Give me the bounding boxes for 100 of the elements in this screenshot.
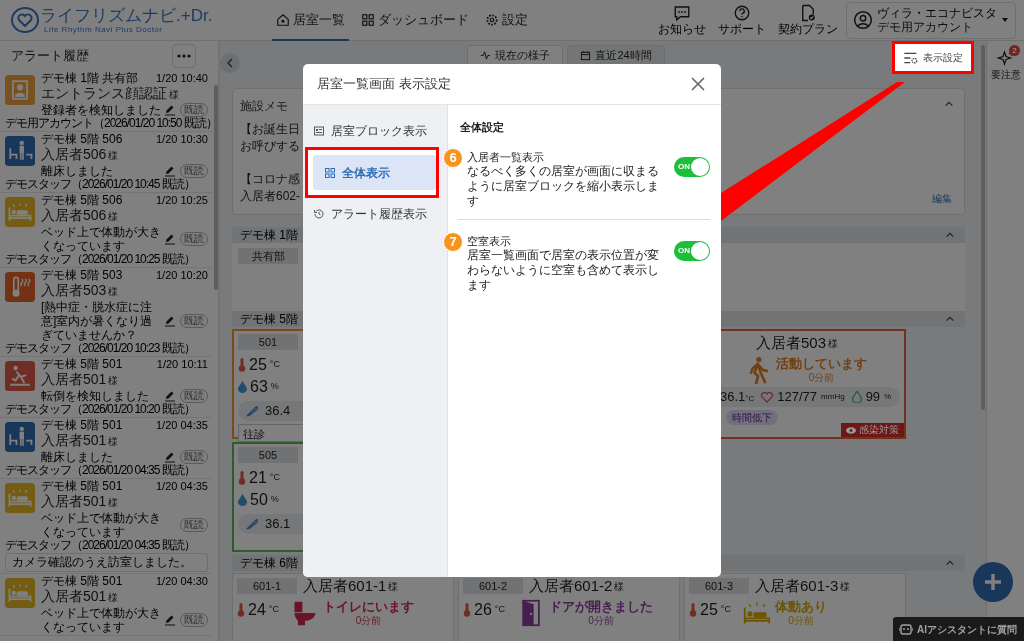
honorific: 様 <box>108 150 119 161</box>
logo-title: ライフリズムナビ.+Dr. <box>40 6 213 25</box>
alert-location: デモ棟 5階 506 <box>41 194 123 207</box>
alert-location: デモ棟 5階 506 <box>41 133 123 146</box>
floor-name: デモ棟 6階 <box>240 556 298 570</box>
settings-menu-item[interactable]: 居室ブロック表示 <box>303 117 447 145</box>
more-button[interactable] <box>172 44 196 68</box>
user-icon <box>853 10 873 30</box>
alert-list-item[interactable]: デモ棟 5階 503 1/20 10:20 入居者503様 [熱中症・脱水症に注意]室内が暑くなり過ぎていませんか？ 既読 デモスタッフ（2026/01/20 10:23 既読） <box>0 268 212 357</box>
alert-list-item[interactable]: デモ棟 1階 共有部 1/20 10:40 エントランス顔認証様 登録者を検知しました 既読 デモ用アカウント（2026/01/20 10:50 既読） <box>0 71 212 132</box>
honorific: 様 <box>169 89 179 100</box>
pencil-icon[interactable] <box>164 165 176 177</box>
calendar-icon <box>580 49 592 61</box>
toolbar-button[interactable]: サポート <box>716 4 768 36</box>
temperature-value: 21 <box>249 468 267 488</box>
unit: % <box>884 391 892 403</box>
setting-title: 入居者一覧表示 <box>467 149 545 164</box>
alert-time: 1/20 10:30 <box>156 133 208 146</box>
toolbar-button[interactable]: お知らせ <box>656 4 708 36</box>
resident-name: 入居者501 <box>41 432 107 448</box>
alert-list-item[interactable]: デモ棟 5階 506 1/20 10:25 入居者506様 ベッド上で体動が大きくなっています 既読 デモスタッフ（2026/01/20 10:25 既読） <box>0 193 212 268</box>
alert-message: 離床しました <box>41 450 114 464</box>
pencil-icon[interactable] <box>164 104 176 116</box>
chevron-up-icon[interactable] <box>944 99 954 109</box>
room-label: 505 <box>238 447 298 463</box>
alert-time: 1/20 04:35 <box>156 480 208 493</box>
pencil-icon[interactable] <box>164 233 176 245</box>
person-in-bed-icon <box>5 578 35 608</box>
nav-tab[interactable]: 設定 <box>481 1 533 42</box>
close-button[interactable] <box>691 77 705 91</box>
edit-link[interactable]: 編集 <box>932 191 952 206</box>
alert-location: デモ棟 5階 501 <box>41 480 123 493</box>
toolbar-button[interactable]: 契約プラン <box>776 4 840 36</box>
person-in-bed-icon <box>5 483 35 513</box>
droplet-icon <box>238 381 247 393</box>
floor-name: デモ棟 1階 <box>240 228 298 242</box>
alert-location: デモ棟 1階 共有部 <box>41 72 139 85</box>
pencil-icon[interactable] <box>164 390 176 402</box>
portrait-icon <box>5 75 35 105</box>
falling-person-icon <box>5 361 35 391</box>
setting-description: 居室一覧画面で居室の表示位置が変わらないように空室も含めて表示します <box>467 247 660 293</box>
room-label: 601-2 <box>463 578 523 594</box>
thermometer-icon <box>238 471 246 485</box>
settings-menu-item[interactable]: アラート履歴表示 <box>303 200 447 228</box>
status-tag: 時間低下 <box>726 410 778 425</box>
memo-text: 【お誕生日 お呼びする <box>240 121 300 155</box>
room-label: 共有部 <box>238 248 298 264</box>
droplet-icon <box>851 391 862 403</box>
nav-tab[interactable]: ダッシュボード <box>357 1 474 42</box>
alert-list-item[interactable]: デモ棟 5階 501 1/20 10:11 入居者501様 転倒を検知しました 既読 デモスタッフ（2026/01/20 10:20 既読） <box>0 357 212 418</box>
memo-text: 【コロナ感 入居者602- <box>240 171 301 205</box>
elapsed-time: 0分前 <box>587 615 615 627</box>
alert-location: デモ棟 5階 503 <box>41 269 123 282</box>
alert-footer: デモスタッフ（2026/01/20 04:35 既読） <box>5 464 208 477</box>
view-tab[interactable]: 現在の様子 <box>467 45 564 66</box>
step-number: 7 <box>443 231 463 252</box>
settings-menu-item[interactable]: 全体表示 <box>313 155 436 190</box>
honorific: 様 <box>840 579 851 594</box>
room-card[interactable]: 601-3 入居者601-3様 25 °C 体動あり 0分前 <box>684 573 906 641</box>
alert-message: 離床しました <box>41 164 114 178</box>
ai-assistant-button[interactable]: AIアシスタントに質問 <box>893 617 1024 641</box>
robot-icon <box>899 623 913 635</box>
thermometer-icon <box>689 603 697 617</box>
humidity-value: 63 <box>250 377 268 397</box>
settings-icon <box>485 13 500 27</box>
pencil-icon[interactable] <box>164 614 176 626</box>
alert-list-item[interactable]: デモ棟 5階 501 1/20 04:35 入居者501様 離床しました 既読 デモスタッフ（2026/01/20 04:35 既読） <box>0 418 212 479</box>
unit: °C <box>269 358 280 372</box>
resident-name: 入居者601-2 <box>529 577 613 595</box>
thermometer-icon <box>463 603 471 617</box>
panel-title: アラート履歴 <box>11 47 89 66</box>
step-number: 6 <box>443 147 463 168</box>
alert-footer: デモスタッフ（2026/01/20 10:25 既読） <box>5 253 208 266</box>
pencil-icon[interactable] <box>164 451 176 463</box>
room-card[interactable]: 601-1 入居者601-1様 24 °C トイレにいます 0分前 <box>232 573 454 641</box>
resident-name: エントランス顔認証 <box>41 85 167 101</box>
history-icon <box>313 208 325 220</box>
alert-message: [熱中症・脱水症に注意]室内が暑くなり過ぎていませんか？ <box>41 300 154 342</box>
body-temperature: 36.1 <box>265 516 291 532</box>
pencil-icon[interactable] <box>164 315 176 327</box>
alert-list-item[interactable]: デモ棟 5階 501 1/20 04:35 入居者501様 ベッド上で体動が大きくなっています 既読 デモスタッフ（2026/01/20 04:35 既読） カメラ確認のうえ訪室しました。 <box>0 479 212 574</box>
comment-note: カメラ確認のうえ訪室しました。 <box>5 553 208 572</box>
collapse-button[interactable] <box>220 53 240 73</box>
account-menu[interactable]: ヴィラ・エコナビスタ デモ用アカウント <box>846 1 1016 39</box>
alert-list-item[interactable]: デモ棟 5階 501 1/20 04:30 入居者501様 ベッド上で体動が大きくなっています 既読 <box>0 574 212 636</box>
chevron-up-icon[interactable] <box>945 230 955 240</box>
grid-icon <box>361 13 376 27</box>
chevron-up-icon[interactable] <box>945 314 955 324</box>
alert-list-item[interactable]: デモ棟 5階 506 1/20 10:30 入居者506様 離床しました 既読 デモスタッフ（2026/01/20 10:45 既読） <box>0 132 212 193</box>
alert-location: デモ棟 5階 501 <box>41 358 123 371</box>
setting-title: 空室表示 <box>467 233 512 248</box>
chevron-up-icon[interactable] <box>945 558 955 568</box>
alert-time: 1/20 04:35 <box>156 419 208 432</box>
list-box-icon <box>313 125 325 137</box>
resident-name: 入居者601-3 <box>755 577 839 595</box>
attention-label[interactable]: 要注意 <box>990 67 1021 82</box>
room-label: 601-1 <box>237 578 297 594</box>
body-temperature: 36.4 <box>265 403 291 419</box>
unit: °C <box>720 603 731 617</box>
view-tab[interactable]: 直近24時間 <box>567 45 665 66</box>
